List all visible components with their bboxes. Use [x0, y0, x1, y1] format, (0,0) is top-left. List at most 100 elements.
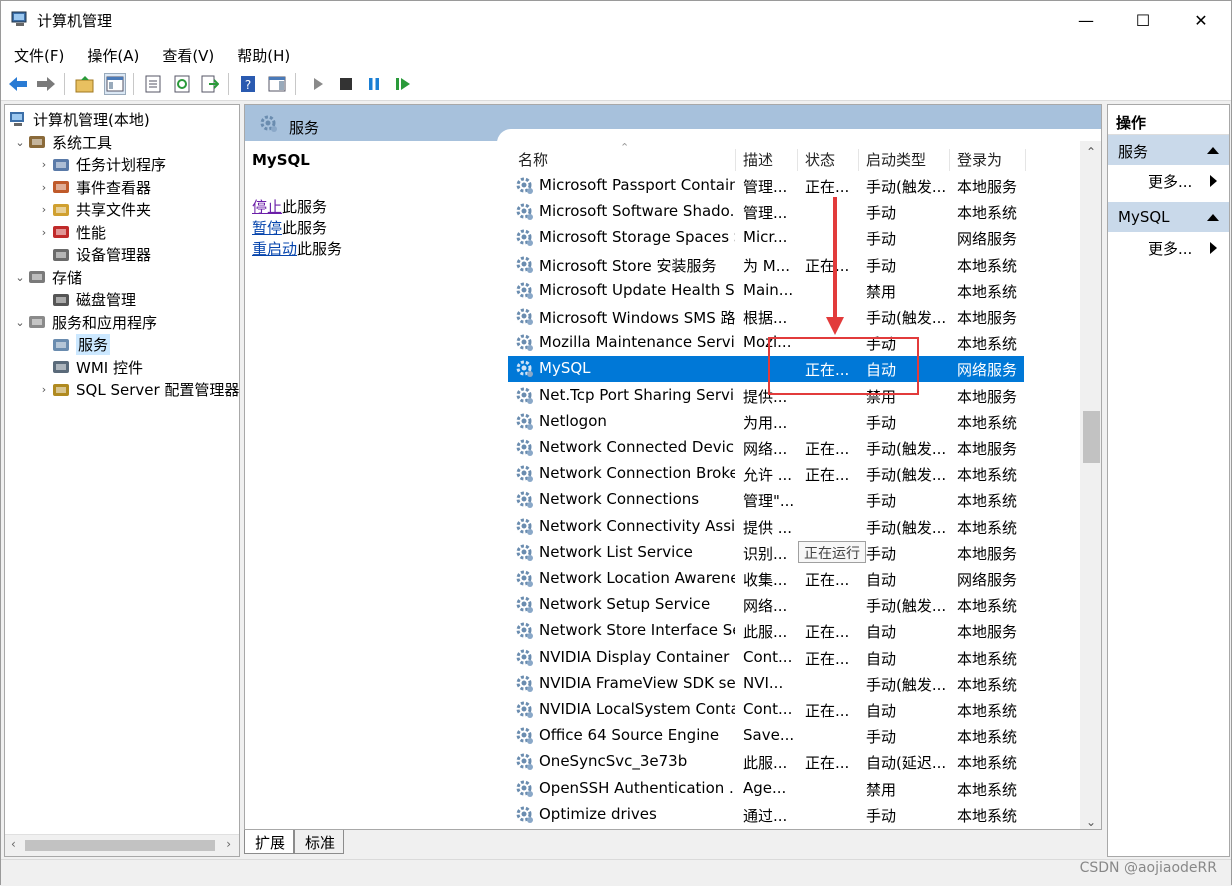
expand-right-icon[interactable]: ›: [37, 203, 51, 216]
tree-item[interactable]: › 性能: [37, 221, 106, 243]
actions-more-services[interactable]: 更多...: [1108, 165, 1229, 202]
pause-service-link[interactable]: 暂停: [252, 219, 282, 237]
actions-section-mysql[interactable]: MySQL: [1108, 202, 1229, 232]
service-row[interactable]: Network Connectivity Assis... 提供 ... 手动(触发…: [508, 514, 1024, 540]
scroll-thumb[interactable]: [1083, 411, 1100, 463]
expand-right-icon[interactable]: ›: [37, 181, 51, 194]
expand-right-icon[interactable]: ›: [37, 158, 51, 171]
service-row[interactable]: Network Setup Service 网络... 手动(触发... 本地系统: [508, 592, 1024, 618]
minimize-button[interactable]: —: [1061, 1, 1111, 39]
tab-extended[interactable]: 扩展: [244, 830, 295, 854]
services-panel-header: 服务: [245, 105, 1101, 143]
service-gear-icon: [516, 360, 533, 378]
expand-right-icon[interactable]: ›: [37, 226, 51, 239]
service-row[interactable]: Netlogon 为用... 手动 本地系统: [508, 409, 1024, 435]
column-header-status[interactable]: 状态: [805, 149, 835, 170]
column-header-startup-type[interactable]: 启动类型: [866, 149, 926, 170]
collapse-up-icon[interactable]: [1207, 147, 1219, 154]
column-divider[interactable]: [858, 149, 859, 171]
service-row[interactable]: Net.Tcp Port Sharing Service 提供... 禁用 本地服务: [508, 383, 1024, 409]
tree-item[interactable]: › SQL Server 配置管理器: [37, 379, 240, 401]
refresh-button[interactable]: [171, 73, 193, 95]
service-row[interactable]: Microsoft Storage Spaces S... Micr... 手动 网络…: [508, 225, 1024, 251]
help-button[interactable]: ?: [237, 73, 259, 95]
expand-down-icon[interactable]: ⌄: [13, 316, 27, 329]
scroll-thumb[interactable]: [25, 840, 215, 851]
tab-standard[interactable]: 标准: [294, 830, 345, 854]
actions-more-mysql[interactable]: 更多...: [1108, 232, 1229, 269]
back-button[interactable]: [7, 73, 29, 95]
column-divider[interactable]: [949, 149, 950, 171]
collapse-up-icon[interactable]: [1207, 214, 1219, 221]
menu-action[interactable]: 操作(A): [74, 39, 149, 67]
service-row[interactable]: OpenSSH Authentication ... Age... 禁用 本地系统: [508, 776, 1024, 802]
service-row[interactable]: NVIDIA LocalSystem Conta... Cont... 正在... 自…: [508, 697, 1024, 723]
export-list-button[interactable]: [199, 73, 221, 95]
column-header-log-on-as[interactable]: 登录为: [957, 149, 1002, 170]
tree-item[interactable]: ⌄ 系统工具: [13, 131, 112, 153]
menu-view[interactable]: 查看(V): [149, 39, 224, 67]
service-row[interactable]: Mozilla Maintenance Service Mozi... 手动 本地系统: [508, 330, 1024, 356]
service-row[interactable]: NVIDIA FrameView SDK se... NVI... 手动(触发...…: [508, 671, 1024, 697]
service-row[interactable]: Microsoft Passport Container 管理... 正在... 手动…: [508, 173, 1024, 199]
expand-down-icon[interactable]: ⌄: [13, 136, 27, 149]
service-row[interactable]: Network Connection Broker 允许 ... 正在... 手动(触…: [508, 461, 1024, 487]
stop-service-button[interactable]: [335, 73, 357, 95]
tree-node-icon: [27, 268, 47, 286]
tree-item[interactable]: 磁盘管理: [37, 289, 136, 311]
services-header-title: 服务: [289, 119, 320, 137]
tree-item[interactable]: WMI 控件: [37, 356, 143, 378]
tree-item[interactable]: ⌄ 服务和应用程序: [13, 311, 157, 333]
show-hide-tree-button[interactable]: [104, 73, 126, 95]
stop-service-link[interactable]: 停止: [252, 198, 282, 216]
scroll-up-icon[interactable]: ⌃: [1086, 145, 1096, 159]
expand-right-icon[interactable]: ›: [37, 383, 51, 396]
service-row[interactable]: Microsoft Windows SMS 路... 根据... 手动(触发... 本…: [508, 304, 1024, 330]
column-divider[interactable]: [735, 149, 736, 171]
service-row[interactable]: Network Connected Devic... 网络... 正在... 手动(触…: [508, 435, 1024, 461]
scroll-left-icon[interactable]: ‹: [11, 837, 16, 851]
maximize-button[interactable]: ☐: [1118, 1, 1168, 39]
column-header-name[interactable]: 名称: [518, 149, 548, 170]
column-divider[interactable]: [797, 149, 798, 171]
forward-button[interactable]: [35, 73, 57, 95]
service-row[interactable]: MySQL 正在... 自动 网络服务: [508, 356, 1024, 383]
tree-item[interactable]: › 共享文件夹: [37, 199, 151, 221]
service-row[interactable]: Office 64 Source Engine Save... 手动 本地系统: [508, 723, 1024, 749]
start-service-button[interactable]: [307, 73, 329, 95]
column-header-description[interactable]: 描述: [743, 149, 773, 170]
tree-item[interactable]: ⌄ 存储: [13, 266, 82, 288]
services-vertical-scrollbar[interactable]: ⌃ ⌄: [1080, 141, 1101, 829]
service-row[interactable]: OneSyncSvc_3e73b 此服... 正在... 自动(延迟... 本地系统: [508, 749, 1024, 775]
menu-help[interactable]: 帮助(H): [224, 39, 300, 67]
service-row[interactable]: Microsoft Software Shado... 管理... 手动 本地系统: [508, 199, 1024, 225]
service-row[interactable]: NVIDIA Display Container LS Cont... 正在... 自…: [508, 645, 1024, 671]
service-row[interactable]: Microsoft Store 安装服务 为 M... 正在... 手动 本地系统: [508, 252, 1024, 278]
tree-horizontal-scrollbar[interactable]: ‹ ›: [5, 834, 239, 856]
tree-item[interactable]: 服务: [37, 334, 111, 356]
properties-button[interactable]: [142, 73, 164, 95]
service-row[interactable]: Network List Service 识别... 手动 本地服务: [508, 540, 1024, 566]
pause-service-button[interactable]: [363, 73, 385, 95]
service-row[interactable]: Optimize drives 通过... 手动 本地系统: [508, 802, 1024, 828]
tree-item-label: WMI 控件: [76, 358, 143, 377]
service-row[interactable]: Network Location Awarene... 收集... 正在... 自动 网…: [508, 566, 1024, 592]
tree-root[interactable]: 计算机管理(本地): [8, 108, 150, 130]
restart-service-link[interactable]: 重启动: [252, 240, 297, 258]
actions-section-services[interactable]: 服务: [1108, 135, 1229, 165]
scroll-down-icon[interactable]: ⌄: [1086, 815, 1096, 829]
tree-item[interactable]: 设备管理器: [37, 244, 151, 266]
tree-item[interactable]: › 事件查看器: [37, 176, 151, 198]
expand-down-icon[interactable]: ⌄: [13, 271, 27, 284]
scroll-right-icon[interactable]: ›: [226, 837, 231, 851]
menu-file[interactable]: 文件(F): [1, 39, 74, 67]
service-row[interactable]: Network Connections 管理"... 手动 本地系统: [508, 487, 1024, 513]
restart-service-button[interactable]: [392, 73, 414, 95]
up-level-button[interactable]: [74, 73, 96, 95]
close-button[interactable]: ✕: [1176, 1, 1226, 39]
show-action-pane-button[interactable]: [266, 73, 288, 95]
tree-item[interactable]: › 任务计划程序: [37, 154, 166, 176]
column-divider[interactable]: [1025, 149, 1026, 171]
service-row[interactable]: Microsoft Update Health S... Main... 禁用 本地系…: [508, 278, 1024, 304]
service-row[interactable]: Network Store Interface Se... 此服... 正在... 自…: [508, 618, 1024, 644]
